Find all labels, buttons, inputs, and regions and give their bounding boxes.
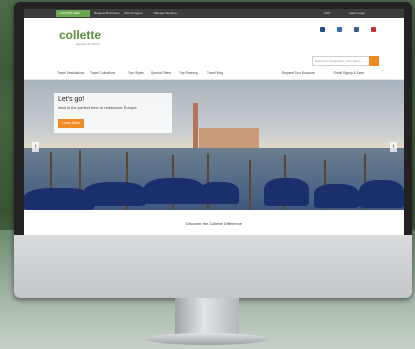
monitor-stand-neck xyxy=(175,298,239,338)
search-button[interactable] xyxy=(369,56,379,66)
phone-number-button[interactable]: 1.800.581.8942 xyxy=(56,10,90,17)
logo-tagline: Explore the World xyxy=(76,42,100,46)
monitor-screen: 1.800.581.8942 Request Brochures Find an… xyxy=(24,9,404,235)
nav-tour-styles[interactable]: Tour Styles xyxy=(128,71,144,75)
carousel-prev-arrow[interactable]: ‹ xyxy=(32,142,39,152)
collette-logo[interactable]: collette xyxy=(59,28,101,42)
nav-trip-planning[interactable]: Trip Planning xyxy=(179,71,198,75)
nav-special-offers[interactable]: Special Offers xyxy=(151,71,171,75)
hero-promo-box: Let's go! Now is the perfect time to red… xyxy=(54,93,172,133)
gondola xyxy=(199,182,239,204)
email-signup-link[interactable]: Email Signup & Save xyxy=(334,71,364,75)
gondola xyxy=(359,180,404,208)
nav-travel-destinations[interactable]: Travel Destinations xyxy=(57,71,84,75)
youtube-icon[interactable] xyxy=(371,27,376,32)
learn-more-button[interactable]: Learn More xyxy=(58,119,84,128)
monitor-stand-base xyxy=(145,333,269,345)
main-nav: Travel Destinations Travel Collections T… xyxy=(24,69,404,80)
gondola xyxy=(144,178,204,204)
hero-headline: Let's go! xyxy=(58,96,85,103)
discover-section: Discover the Collette Difference xyxy=(24,210,404,235)
site-header: collette Explore the World Search by Des… xyxy=(24,18,404,68)
search-placeholder: Search by Destination, Tour Name xyxy=(315,59,361,63)
carousel-next-arrow[interactable]: › xyxy=(390,142,397,152)
gondola xyxy=(314,184,359,208)
monitor-chin xyxy=(14,235,412,298)
gondola xyxy=(264,178,309,206)
discover-heading: Discover the Collette Difference xyxy=(185,221,243,226)
twitter-icon[interactable] xyxy=(337,27,342,32)
nav-travel-collections[interactable]: Travel Collections xyxy=(90,71,115,75)
gondola xyxy=(84,182,146,206)
manage-booking-link[interactable]: Manage Booking xyxy=(154,10,177,17)
utility-bar: 1.800.581.8942 Request Brochures Find an… xyxy=(24,9,404,18)
pinterest-icon[interactable] xyxy=(354,27,359,32)
search-input[interactable]: Search by Destination, Tour Name xyxy=(312,56,370,66)
agent-login-link[interactable]: Agent Login xyxy=(349,10,365,17)
request-brochures-link[interactable]: Request Brochures xyxy=(94,10,120,17)
hero-subtext: Now is the perfect time to rediscover Eu… xyxy=(58,105,137,110)
phone-number: 1.800.581.8942 xyxy=(59,11,80,15)
request-brochure-link[interactable]: Request Tour Brochure xyxy=(282,71,315,75)
currency-selector[interactable]: USD xyxy=(324,10,330,17)
bell-tower xyxy=(193,103,198,148)
find-agent-link[interactable]: Find an Agent xyxy=(124,10,143,17)
mooring-pole xyxy=(249,160,251,210)
church xyxy=(199,128,259,148)
nav-travel-blog[interactable]: Travel Blog xyxy=(207,71,223,75)
facebook-icon[interactable] xyxy=(320,27,325,32)
lagoon-water xyxy=(24,148,404,210)
